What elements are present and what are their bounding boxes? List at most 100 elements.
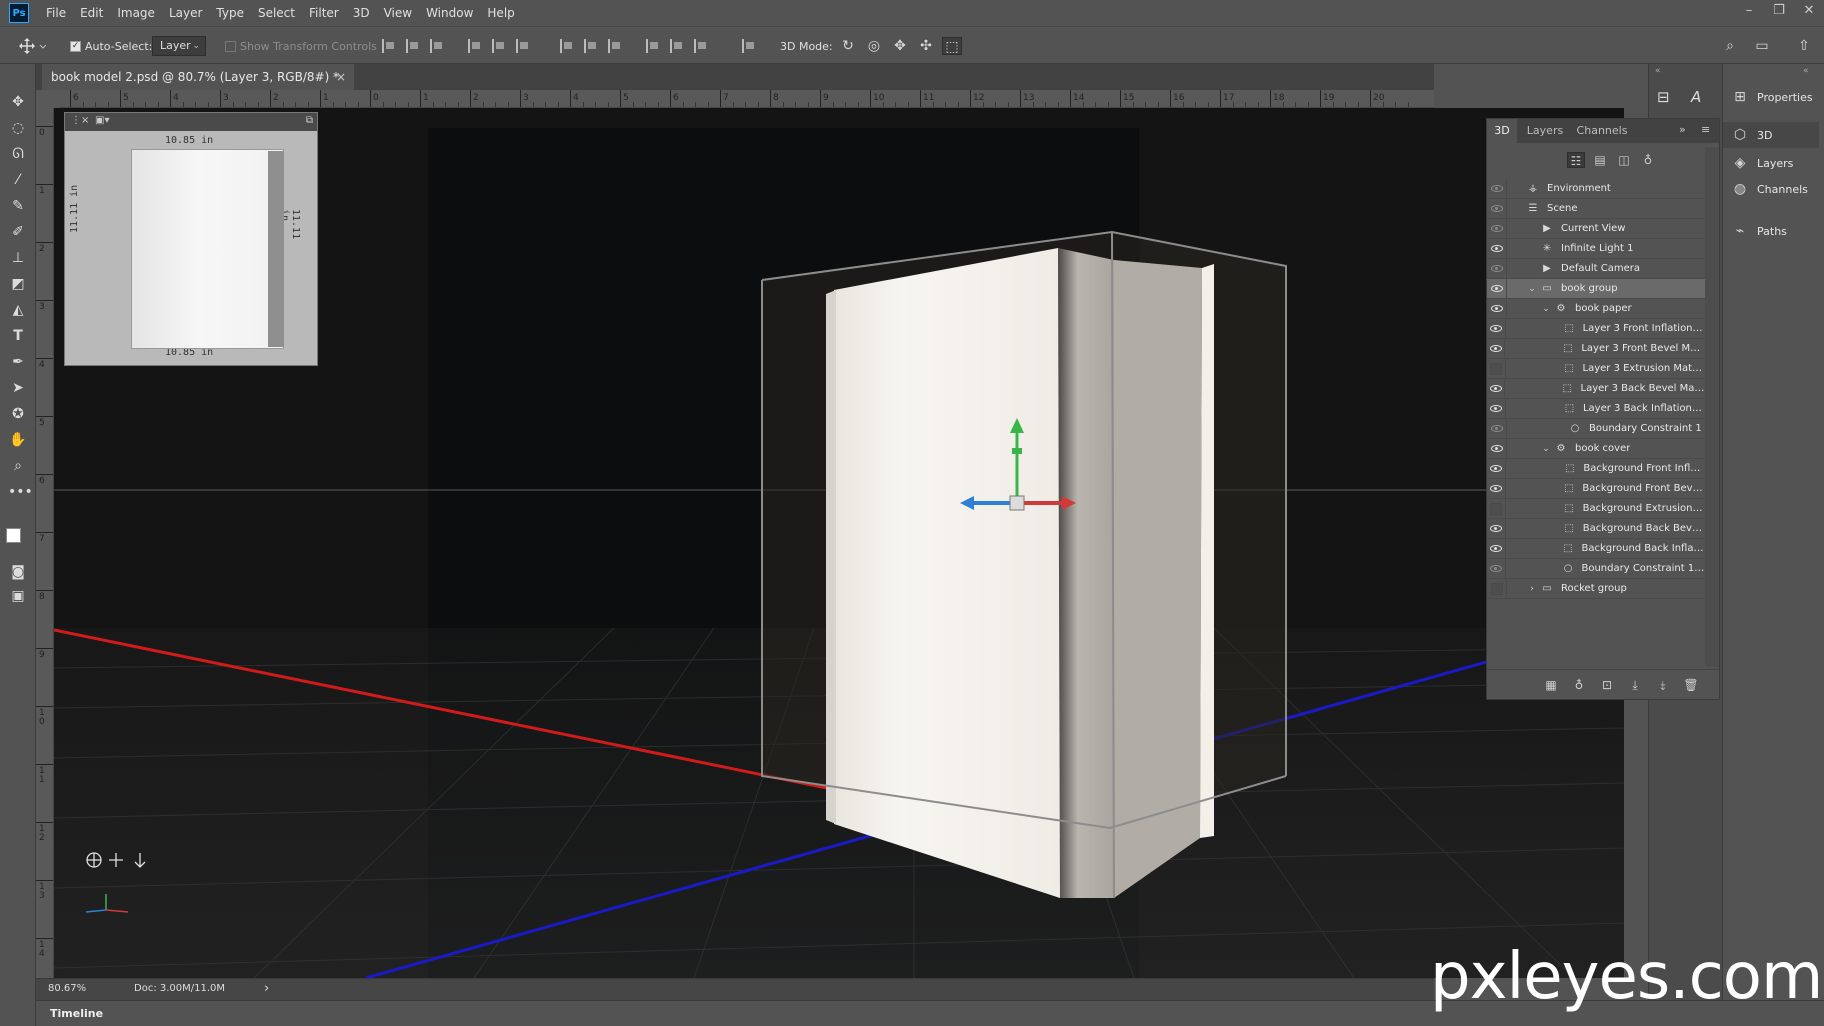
- visibility-toggle[interactable]: [1487, 458, 1506, 479]
- visibility-toggle[interactable]: [1487, 438, 1507, 459]
- 3d-panel-scrollbar[interactable]: [1705, 147, 1719, 667]
- panel-paths[interactable]: ⌁ Paths: [1723, 218, 1819, 244]
- slide-3d-icon[interactable]: ✣: [916, 37, 936, 55]
- filter-meshes-icon[interactable]: ▤: [1591, 152, 1609, 168]
- secondary-view[interactable]: ⋮× ▣▾ ⧉ 10.85 in 10.85 in 11.11 in 11.11…: [64, 112, 318, 366]
- ruler-origin[interactable]: [36, 90, 60, 108]
- 3d-axis-widget[interactable]: [80, 848, 160, 928]
- secondary-view-swap-icon[interactable]: ⧉: [306, 115, 313, 126]
- visibility-toggle[interactable]: [1487, 258, 1507, 279]
- move-tool-icon[interactable]: ✥: [8, 92, 28, 112]
- scene-row[interactable]: ⚶ Environment: [1487, 178, 1705, 199]
- restore-button[interactable]: ❐: [1764, 0, 1794, 26]
- panel-channels[interactable]: ◍ Channels: [1723, 176, 1819, 202]
- drag-3d-icon[interactable]: ✥: [890, 37, 910, 55]
- panel-collapse-icon[interactable]: «: [1803, 66, 1809, 76]
- visibility-toggle[interactable]: [1487, 558, 1506, 579]
- tab-channels[interactable]: Channels: [1573, 119, 1631, 143]
- move-tool-preset[interactable]: [18, 27, 46, 65]
- scene-row[interactable]: › ▭ Rocket group: [1487, 578, 1705, 599]
- visibility-toggle[interactable]: [1487, 538, 1506, 559]
- secondary-view-camera-icon[interactable]: ▣▾: [95, 115, 109, 126]
- scene-row[interactable]: ⬚ Layer 3 Extrusion Material: [1487, 358, 1705, 379]
- magic-wand-tool-icon[interactable]: ⁄: [8, 170, 28, 190]
- scene-row[interactable]: ⬚ Background Front Bevel ...: [1487, 478, 1705, 499]
- tab-3d[interactable]: 3D: [1487, 119, 1517, 143]
- distribute-right-icon[interactable]: [694, 39, 708, 53]
- gradient-tool-icon[interactable]: ◭: [8, 300, 28, 320]
- menu-file[interactable]: File: [39, 0, 73, 26]
- scene-row[interactable]: ⬚ Background Back Bevel ...: [1487, 518, 1705, 539]
- visibility-toggle[interactable]: [1487, 378, 1506, 399]
- orbit-3d-icon[interactable]: ↻: [838, 37, 858, 55]
- visibility-toggle[interactable]: [1487, 358, 1506, 379]
- menu-help[interactable]: Help: [480, 0, 521, 26]
- timeline-tab[interactable]: Timeline: [44, 1001, 109, 1026]
- panel-menu-icon[interactable]: ≡: [1701, 123, 1710, 136]
- visibility-toggle[interactable]: [1487, 338, 1506, 359]
- scene-row[interactable]: ⬚ Layer 3 Back Inflation M...: [1487, 398, 1705, 419]
- visibility-toggle[interactable]: [1487, 278, 1507, 299]
- quick-mask-icon[interactable]: ◙: [8, 562, 28, 582]
- scene-row[interactable]: ▶ Default Camera: [1487, 258, 1705, 279]
- scene-row[interactable]: ⌄ ⚙ book cover: [1487, 438, 1705, 459]
- share-icon[interactable]: ⇧: [1794, 37, 1814, 55]
- drop-to-ground-icon[interactable]: ⤓: [1627, 677, 1643, 693]
- color-swatches[interactable]: [6, 520, 32, 549]
- more-tools-icon[interactable]: •••: [8, 482, 33, 502]
- visibility-toggle[interactable]: [1487, 238, 1507, 259]
- align-top-icon[interactable]: [382, 39, 396, 53]
- twirl-toggle-icon[interactable]: ⌄: [1525, 284, 1539, 294]
- lasso-tool-icon[interactable]: ᘏ: [8, 144, 28, 164]
- visibility-toggle[interactable]: [1487, 398, 1506, 419]
- scene-row[interactable]: ○ Boundary Constraint 1: [1487, 418, 1705, 439]
- filter-whole-scene-icon[interactable]: ☷: [1567, 152, 1585, 168]
- hand-tool-icon[interactable]: ✋: [8, 430, 28, 450]
- close-document-icon[interactable]: ×: [336, 64, 346, 90]
- visibility-toggle[interactable]: [1487, 498, 1506, 519]
- panel-properties[interactable]: ⊞ Properties: [1723, 84, 1819, 110]
- align-right-icon[interactable]: [516, 39, 530, 53]
- twirl-toggle-icon[interactable]: ⌄: [1539, 304, 1553, 314]
- scale-3d-icon[interactable]: ⬚: [942, 37, 962, 55]
- scene-row[interactable]: ⬚ Background Extrusion M...: [1487, 498, 1705, 519]
- distribute-hcenter-icon[interactable]: [670, 39, 684, 53]
- render-icon[interactable]: ▦: [1543, 677, 1559, 693]
- stamp-tool-icon[interactable]: ⊥: [8, 248, 28, 268]
- add-light-icon[interactable]: ♁: [1571, 677, 1587, 693]
- workspace-icon[interactable]: ▭: [1752, 37, 1772, 55]
- filter-materials-icon[interactable]: ◫: [1615, 152, 1633, 168]
- align-hcenter-icon[interactable]: [492, 39, 506, 53]
- twirl-toggle-icon[interactable]: ›: [1525, 584, 1539, 594]
- visibility-toggle[interactable]: [1487, 198, 1507, 219]
- eraser-tool-icon[interactable]: ◩: [8, 274, 28, 294]
- scene-row[interactable]: ⌄ ⚙ book paper: [1487, 298, 1705, 319]
- panel-layers[interactable]: ◈ Layers: [1723, 150, 1819, 176]
- distribute-bottom-icon[interactable]: [608, 39, 622, 53]
- scene-row[interactable]: ⌄ ▭ book group: [1487, 278, 1705, 299]
- auto-select-checkbox[interactable]: ✓: [70, 40, 81, 52]
- zoom-tool-icon[interactable]: ⌕: [8, 456, 28, 476]
- search-icon[interactable]: ⌕: [1720, 37, 1740, 55]
- distribute-top-icon[interactable]: [560, 39, 574, 53]
- scene-row[interactable]: ✳ Infinite Light 1: [1487, 238, 1705, 259]
- scene-row[interactable]: ⬚ Background Back Inflatio...: [1487, 538, 1705, 559]
- close-window-button[interactable]: ✕: [1794, 0, 1824, 26]
- scene-row[interactable]: ⬚ Layer 3 Front Inflation M...: [1487, 318, 1705, 339]
- adjust-icon[interactable]: ⊟: [1657, 88, 1677, 108]
- horizontal-ruler[interactable]: 6 5 4 3 2 1 0 1 2 3 4 5 6 7 8 9 10 11 12 13 14 15 16 17 18 19 20: [60, 90, 1434, 108]
- menu-window[interactable]: Window: [419, 0, 480, 26]
- document-tab[interactable]: book model 2.psd @ 80.7% (Layer 3, RGB/8…: [42, 64, 354, 90]
- menu-type[interactable]: Type: [209, 0, 251, 26]
- visibility-toggle[interactable]: [1487, 418, 1507, 439]
- brush-tool-icon[interactable]: ✐: [8, 222, 28, 242]
- tab-layers[interactable]: Layers: [1519, 119, 1571, 143]
- show-transform-checkbox[interactable]: [225, 40, 236, 52]
- filter-lights-icon[interactable]: ♁: [1639, 152, 1657, 168]
- visibility-toggle[interactable]: [1487, 298, 1507, 319]
- distribute-vcenter-icon[interactable]: [584, 39, 598, 53]
- visibility-toggle[interactable]: [1487, 218, 1507, 239]
- panel-expand-icon[interactable]: »: [1679, 123, 1686, 136]
- roll-3d-icon[interactable]: ◎: [864, 37, 884, 55]
- minimize-button[interactable]: –: [1734, 0, 1764, 26]
